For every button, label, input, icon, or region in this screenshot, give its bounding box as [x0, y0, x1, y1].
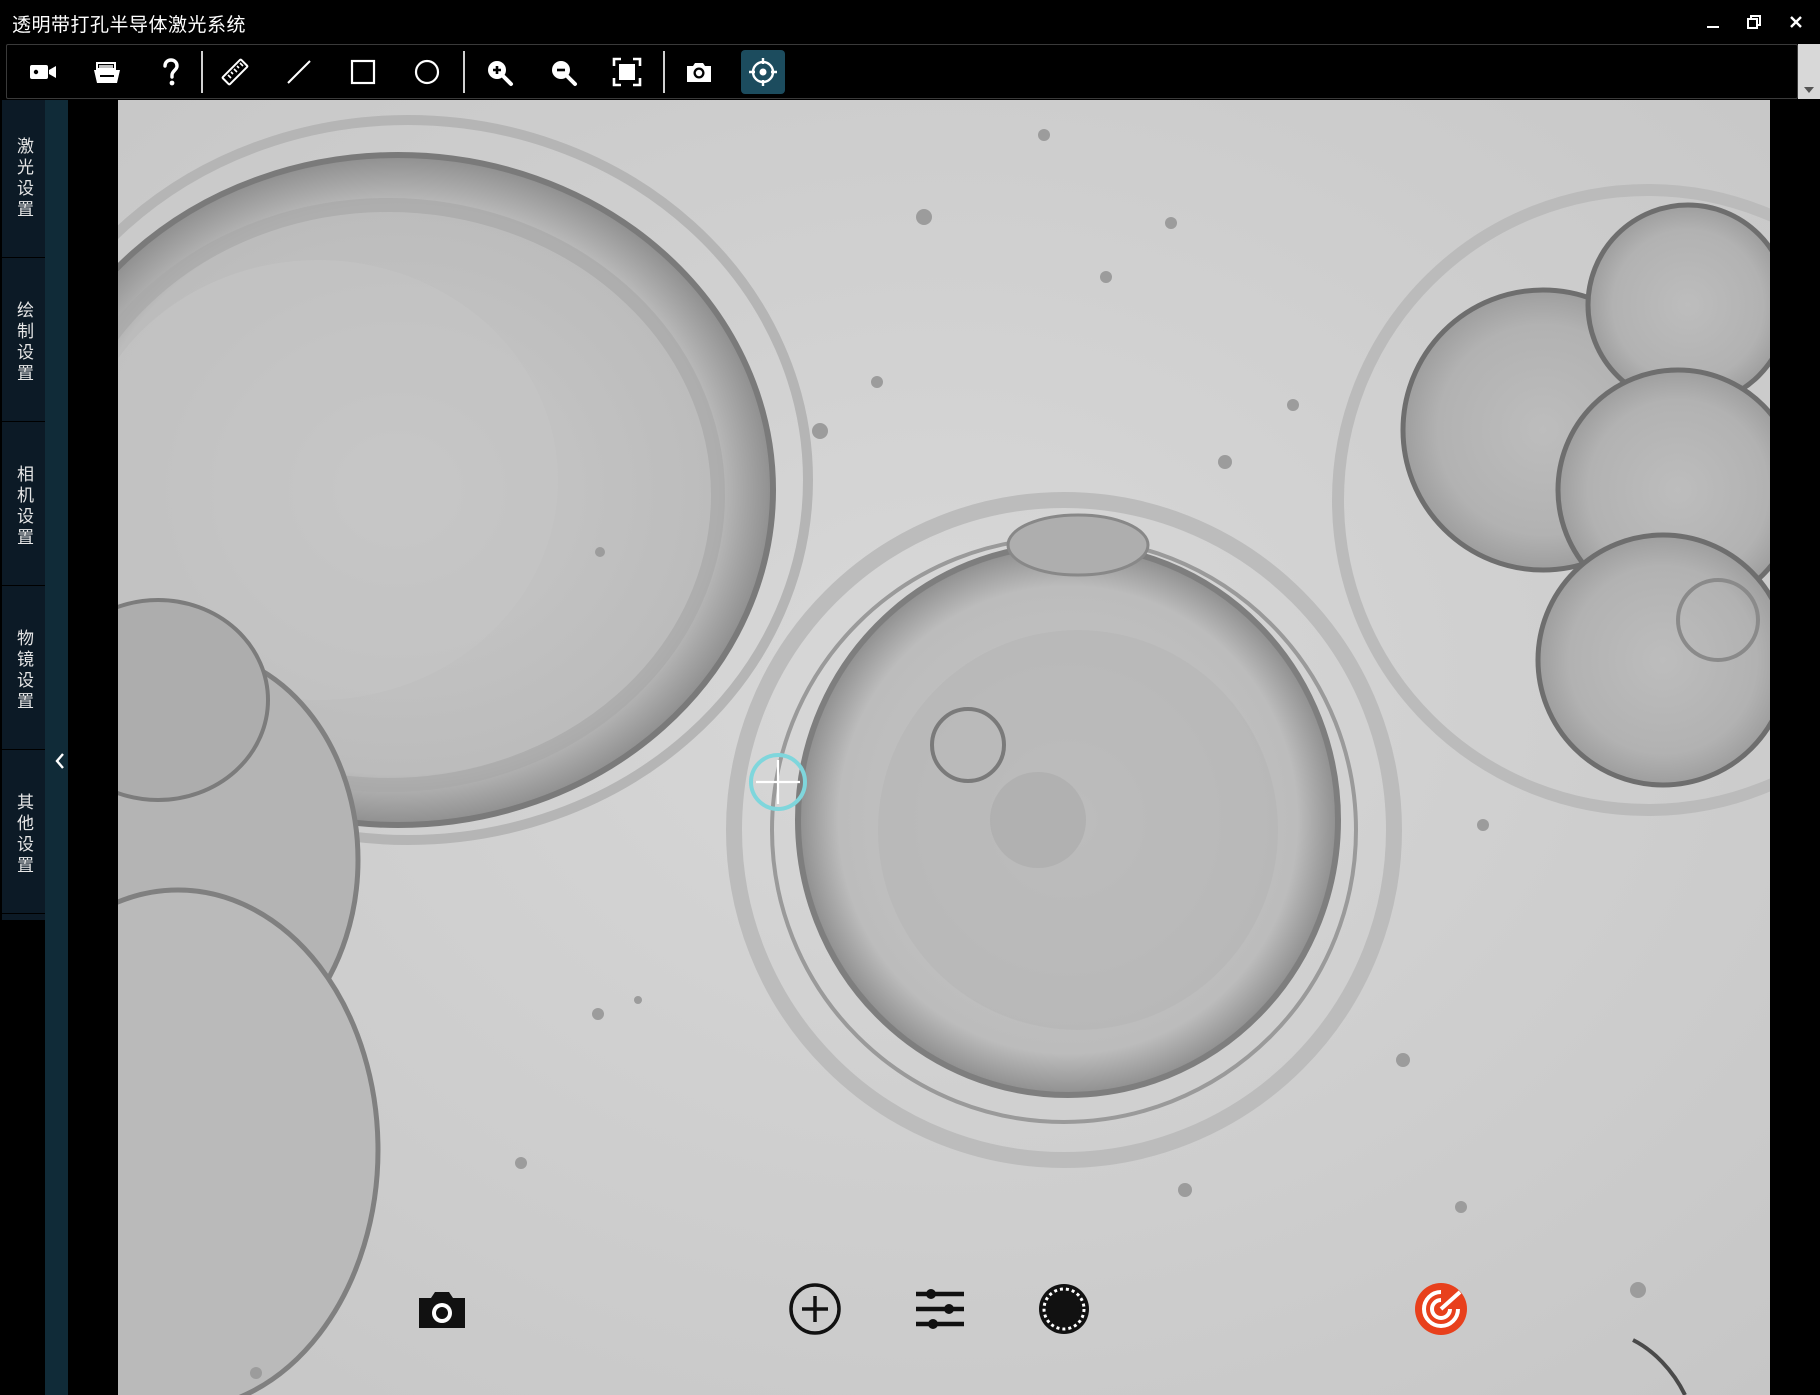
zoom-out-button[interactable] [541, 50, 585, 94]
zoom-in-icon [488, 61, 513, 86]
toolbar-separator [663, 51, 665, 93]
ruler-icon [221, 58, 249, 86]
sidebar-tab-draw-settings[interactable]: 绘制设置 [2, 264, 45, 422]
draw-line-button[interactable] [277, 50, 321, 94]
open-file-button[interactable] [85, 50, 129, 94]
capture-camera-icon [419, 1292, 465, 1328]
help-icon [163, 58, 179, 86]
fit-screen-icon [612, 57, 642, 87]
pattern-circle-icon [1039, 1284, 1089, 1334]
snapshot-button[interactable] [677, 50, 721, 94]
sidebar-tab-objective-settings[interactable]: 物镜设置 [2, 592, 45, 750]
close-button[interactable] [1779, 6, 1813, 38]
restore-icon [1747, 15, 1761, 29]
sidebar-tab-other-settings[interactable]: 其他设置 [2, 756, 45, 914]
minimize-button[interactable] [1696, 6, 1730, 38]
line-icon [287, 60, 311, 84]
microscope-view[interactable] [118, 100, 1770, 1395]
fit-screen-button[interactable] [605, 50, 649, 94]
close-icon [1790, 16, 1802, 28]
title-bar: 透明带打孔半导体激光系统 [0, 0, 1820, 44]
chevron-left-icon [55, 753, 64, 769]
embryo-image [118, 100, 1770, 1395]
capture-button[interactable] [412, 1279, 472, 1339]
help-button[interactable] [149, 50, 193, 94]
draw-circle-button[interactable] [405, 50, 449, 94]
minimize-icon [1707, 26, 1719, 28]
sidebar-collapse-strip [45, 100, 68, 1395]
pattern-button[interactable] [1034, 1279, 1094, 1339]
window-title: 透明带打孔半导体激光系统 [12, 14, 247, 36]
sidebar-tab-camera-settings[interactable]: 相机设置 [2, 428, 45, 586]
zoom-in-button[interactable] [477, 50, 521, 94]
target-crosshair-icon [749, 58, 777, 86]
video-camera-icon [30, 65, 56, 79]
rectangle-icon [350, 59, 376, 85]
target-crosshair-button[interactable] [741, 50, 785, 94]
collapse-sidebar-button[interactable] [55, 752, 65, 770]
open-folder-icon [94, 62, 120, 83]
toolbar [6, 44, 1798, 99]
laser-fire-icon [1415, 1283, 1467, 1335]
settings-sidebar: 激光设置 绘制设置 相机设置 物镜设置 其他设置 [2, 100, 45, 920]
add-circle-icon [789, 1283, 841, 1335]
add-target-button[interactable] [785, 1279, 845, 1339]
toolbar-separator [463, 51, 465, 93]
video-record-button[interactable] [21, 50, 65, 94]
toolbar-scrollbar[interactable] [1798, 44, 1820, 99]
sidebar-tab-laser-settings[interactable]: 激光设置 [2, 100, 45, 258]
draw-rectangle-button[interactable] [341, 50, 385, 94]
toolbar-separator [201, 51, 203, 93]
laser-fire-button[interactable] [1411, 1279, 1471, 1339]
restore-button[interactable] [1737, 6, 1771, 38]
scroll-down-icon [1804, 87, 1814, 93]
circle-icon [414, 59, 440, 85]
zoom-out-icon [552, 61, 577, 86]
laser-aim-crosshair[interactable] [749, 753, 807, 811]
adjust-sliders-icon [916, 1289, 964, 1329]
measure-ruler-button[interactable] [213, 50, 257, 94]
snapshot-icon [687, 63, 711, 82]
adjust-settings-button[interactable] [910, 1279, 970, 1339]
